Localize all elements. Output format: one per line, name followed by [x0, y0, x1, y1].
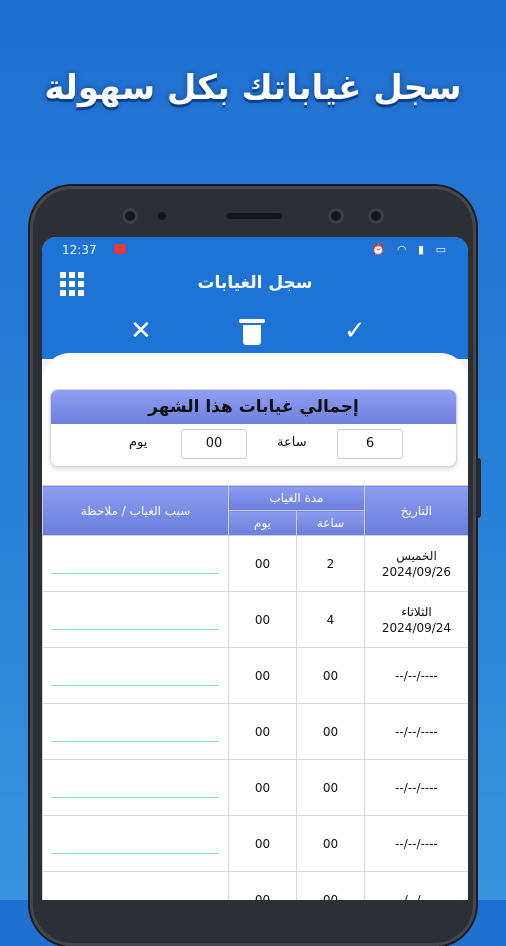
power-button [476, 458, 481, 518]
reason-input-line[interactable] [52, 609, 219, 630]
hours-cell[interactable]: 00 [296, 759, 365, 816]
reason-input-line[interactable] [52, 665, 219, 686]
table-row[interactable]: ----/--/-- 00 00 [42, 703, 468, 760]
reason-cell[interactable] [42, 535, 229, 592]
date-cell[interactable]: الخميس 2024/09/26 [364, 535, 468, 592]
status-icons: ⏰ ◠ ▮ ▭ [371, 243, 450, 256]
page-title: سجل الغيابات [197, 273, 313, 293]
hours-cell[interactable]: 00 [296, 647, 365, 704]
reason-cell[interactable] [42, 647, 229, 704]
action-toolbar: ✕ ✓ [42, 309, 468, 359]
reason-input-line[interactable] [52, 833, 219, 854]
days-cell[interactable]: 00 [228, 871, 297, 900]
row-date: 2024/09/26 [381, 564, 452, 579]
status-bar: 12:37 ⏰ ◠ ▮ ▭ [42, 237, 468, 265]
table-row[interactable]: الثلاثاء 2024/09/24 4 00 [42, 591, 468, 648]
days-cell[interactable]: 00 [228, 759, 297, 816]
earpiece-speaker [226, 213, 282, 219]
table-row[interactable]: ----/--/-- 00 00 [42, 759, 468, 816]
row-date: ----/--/-- [395, 668, 438, 683]
table-row[interactable]: الخميس 2024/09/26 2 00 [42, 535, 468, 592]
reason-input-line[interactable] [52, 889, 219, 900]
reason-input-line[interactable] [52, 721, 219, 742]
hours-cell[interactable]: 00 [296, 871, 365, 900]
date-cell[interactable]: ----/--/-- [364, 815, 468, 872]
date-header: التاريخ [364, 485, 468, 536]
status-time: 12:37 [62, 243, 97, 257]
app-bar: 12:37 ⏰ ◠ ▮ ▭ سجل الغيابات ✕ ✓ [42, 237, 468, 359]
row-date: 2024/09/24 [381, 620, 452, 635]
table-row[interactable]: ----/--/-- 00 00 [42, 647, 468, 704]
trash-icon[interactable] [239, 319, 265, 345]
days-header: يوم [228, 510, 297, 536]
days-label: يوم [129, 435, 148, 450]
sensor-dot [158, 212, 166, 220]
days-cell[interactable]: 00 [228, 591, 297, 648]
absence-table: التاريخ مدة الغياب سبب الغياب / ملاحظة س… [42, 485, 468, 900]
table-row[interactable]: ----/--/-- 00 00 [42, 815, 468, 872]
table-row[interactable]: ----/--/-- 00 00 [42, 871, 468, 901]
notification-icon [114, 244, 126, 254]
days-cell[interactable]: 00 [228, 703, 297, 760]
reason-header: سبب الغياب / ملاحظة [42, 485, 229, 536]
row-date: ----/--/-- [395, 724, 438, 739]
hours-cell[interactable]: 2 [296, 535, 365, 592]
date-cell[interactable]: ----/--/-- [364, 703, 468, 760]
row-date: ----/--/-- [395, 836, 438, 851]
proximity-sensor [368, 208, 384, 224]
reason-input-line[interactable] [52, 553, 219, 574]
close-icon[interactable]: ✕ [130, 317, 152, 345]
reason-cell[interactable] [42, 871, 229, 900]
days-cell[interactable]: 00 [228, 535, 297, 592]
reason-cell[interactable] [42, 759, 229, 816]
reason-input-line[interactable] [52, 777, 219, 798]
days-cell[interactable]: 00 [228, 647, 297, 704]
days-cell[interactable]: 00 [228, 815, 297, 872]
row-day: الثلاثاء [401, 604, 432, 619]
date-cell[interactable]: ----/--/-- [364, 647, 468, 704]
duration-header: مدة الغياب [228, 485, 365, 511]
hours-header: ساعة [296, 510, 365, 536]
row-date: ----/--/-- [395, 892, 438, 901]
monthly-summary-card: إجمالي غيابات هذا الشهر 6 ساعة 00 يوم [50, 389, 457, 467]
reason-cell[interactable] [42, 591, 229, 648]
row-date: ----/--/-- [395, 780, 438, 795]
date-cell[interactable]: ----/--/-- [364, 759, 468, 816]
hours-total-field[interactable]: 6 [337, 429, 403, 459]
front-camera-left [122, 208, 138, 224]
hours-label: ساعة [277, 435, 307, 450]
summary-title: إجمالي غيابات هذا الشهر [51, 390, 456, 424]
title-bar: سجل الغيابات [42, 265, 468, 309]
app-screen: 12:37 ⏰ ◠ ▮ ▭ سجل الغيابات ✕ ✓ إجمالي غي… [42, 237, 468, 900]
check-icon[interactable]: ✓ [344, 317, 366, 345]
date-cell[interactable]: ----/--/-- [364, 871, 468, 901]
hours-cell[interactable]: 00 [296, 703, 365, 760]
promo-title: سجل غياباتك بكل سهولة [44, 68, 462, 108]
reason-cell[interactable] [42, 703, 229, 760]
days-total-field[interactable]: 00 [181, 429, 247, 459]
row-day: الخميس [396, 548, 437, 563]
summary-row: 6 ساعة 00 يوم [51, 424, 456, 466]
hours-cell[interactable]: 00 [296, 815, 365, 872]
date-cell[interactable]: الثلاثاء 2024/09/24 [364, 591, 468, 648]
reason-cell[interactable] [42, 815, 229, 872]
front-camera-right [328, 208, 344, 224]
hours-cell[interactable]: 4 [296, 591, 365, 648]
